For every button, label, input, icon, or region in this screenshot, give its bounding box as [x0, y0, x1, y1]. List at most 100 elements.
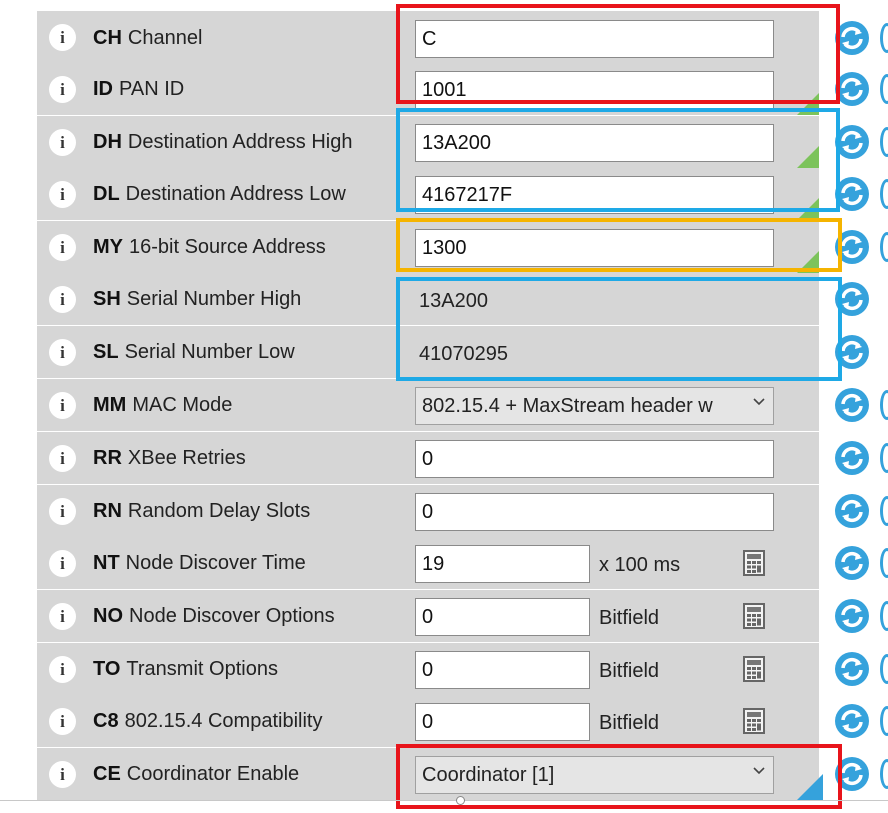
mm-mac-mode-select[interactable]: 802.15.4 + MaxStream header w	[415, 387, 774, 425]
to-transmit-options-calculator-button[interactable]	[743, 656, 765, 687]
setting-name: Node Discover Options	[129, 605, 335, 627]
refresh-icon	[835, 72, 869, 106]
to-transmit-options-input[interactable]: 0	[415, 651, 590, 689]
rn-random-delay-slots-input[interactable]: 0	[415, 493, 774, 531]
c8-802-15-4-compatibility-label: C8 802.15.4 Compatibility	[93, 710, 322, 733]
nt-node-discover-time-calculator-button[interactable]	[743, 550, 765, 581]
ce-coordinator-enable-write-button[interactable]	[880, 759, 888, 789]
setting-row-rn: i RN Random Delay Slots 0	[37, 485, 819, 537]
setting-row-nt: i NT Node Discover Time 19 x 100 ms	[37, 537, 819, 589]
info-icon[interactable]: i	[49, 603, 76, 630]
no-node-discover-options-calculator-button[interactable]	[743, 603, 765, 634]
c8-802-15-4-compatibility-read-button[interactable]	[834, 703, 870, 744]
info-icon[interactable]: i	[49, 498, 76, 525]
c8-802-15-4-compatibility-calculator-button[interactable]	[743, 708, 765, 739]
refresh-icon	[835, 494, 869, 528]
no-node-discover-options-write-button[interactable]	[880, 601, 888, 631]
calculator-icon	[743, 708, 765, 734]
info-icon[interactable]: i	[49, 181, 76, 208]
info-icon[interactable]: i	[49, 234, 76, 261]
refresh-icon	[835, 757, 869, 791]
no-node-discover-options-read-button[interactable]	[834, 598, 870, 639]
setting-name: 802.15.4 Compatibility	[124, 710, 323, 732]
rr-xbee-retries-read-button[interactable]	[834, 440, 870, 481]
setting-code: SH	[93, 288, 121, 310]
c8-802-15-4-compatibility-write-button[interactable]	[880, 706, 888, 736]
refresh-icon	[835, 230, 869, 264]
setting-name: MAC Mode	[132, 394, 233, 416]
id-pan-id-write-button[interactable]	[880, 74, 888, 104]
mm-mac-mode-selected-value: 802.15.4 + MaxStream header w	[422, 395, 713, 417]
dl-destination-address-low-read-button[interactable]	[834, 176, 870, 217]
refresh-icon	[835, 441, 869, 475]
window-bottom-edge	[0, 800, 888, 801]
ch-channel-input[interactable]: C	[415, 20, 774, 58]
rn-random-delay-slots-write-button[interactable]	[880, 496, 888, 526]
sh-serial-number-high-read-button[interactable]	[834, 281, 870, 322]
setting-code: MM	[93, 394, 127, 416]
id-pan-id-label: ID PAN ID	[93, 78, 184, 101]
info-icon[interactable]: i	[49, 129, 76, 156]
mm-mac-mode-write-button[interactable]	[880, 390, 888, 420]
to-transmit-options-read-button[interactable]	[834, 651, 870, 692]
setting-code: ID	[93, 78, 113, 100]
c8-802-15-4-compatibility-unit: Bitfield	[599, 712, 660, 734]
info-icon[interactable]: i	[49, 445, 76, 472]
my-16-bit-source-address-label: MY 16-bit Source Address	[93, 236, 326, 259]
rn-random-delay-slots-read-button[interactable]	[834, 493, 870, 534]
info-icon[interactable]: i	[49, 24, 76, 51]
dh-destination-address-high-read-button[interactable]	[834, 124, 870, 165]
info-icon[interactable]: i	[49, 550, 76, 577]
info-icon[interactable]: i	[49, 76, 76, 103]
dl-destination-address-low-input[interactable]: 4167217F	[415, 176, 774, 214]
ce-coordinator-enable-read-button[interactable]	[834, 756, 870, 797]
setting-row-sh: i SH Serial Number High 13A200	[37, 273, 819, 325]
mm-mac-mode-read-button[interactable]	[834, 387, 870, 428]
ce-coordinator-enable-select[interactable]: Coordinator [1]	[415, 756, 774, 794]
id-pan-id-input[interactable]: 1001	[415, 71, 774, 109]
info-icon[interactable]: i	[49, 656, 76, 683]
dl-destination-address-low-write-button[interactable]	[880, 179, 888, 209]
refresh-icon	[835, 282, 869, 316]
setting-row-ch: i CH Channel C	[37, 11, 819, 64]
dh-destination-address-high-write-button[interactable]	[880, 127, 888, 157]
setting-name: Transmit Options	[126, 658, 278, 680]
setting-row-ce: i CE Coordinator Enable Coordinator [1]	[37, 748, 823, 800]
sl-serial-number-low-value: 41070295	[419, 343, 508, 365]
nt-node-discover-time-input[interactable]: 19	[415, 545, 590, 583]
setting-row-no: i NO Node Discover Options 0 Bitfield	[37, 590, 819, 642]
refresh-icon	[835, 652, 869, 686]
setting-name: PAN ID	[119, 78, 185, 100]
info-icon[interactable]: i	[49, 392, 76, 419]
info-icon[interactable]: i	[49, 761, 76, 788]
my-16-bit-source-address-read-button[interactable]	[834, 229, 870, 270]
setting-code: C8	[93, 710, 119, 732]
nt-node-discover-time-read-button[interactable]	[834, 545, 870, 586]
c8-802-15-4-compatibility-input[interactable]: 0	[415, 703, 590, 741]
id-pan-id-read-button[interactable]	[834, 71, 870, 112]
ch-channel-write-button[interactable]	[880, 23, 888, 53]
ch-channel-read-button[interactable]	[834, 20, 870, 61]
rr-xbee-retries-input[interactable]: 0	[415, 440, 774, 478]
setting-code: RR	[93, 447, 122, 469]
refresh-icon	[835, 21, 869, 55]
refresh-icon	[835, 335, 869, 369]
rr-xbee-retries-write-button[interactable]	[880, 443, 888, 473]
info-icon[interactable]: i	[49, 339, 76, 366]
to-transmit-options-write-button[interactable]	[880, 654, 888, 684]
setting-code: NT	[93, 552, 120, 574]
sl-serial-number-low-read-button[interactable]	[834, 334, 870, 375]
sh-serial-number-high-label: SH Serial Number High	[93, 288, 301, 311]
setting-name: Coordinator Enable	[126, 763, 300, 785]
info-icon[interactable]: i	[49, 286, 76, 313]
dh-destination-address-high-input[interactable]: 13A200	[415, 124, 774, 162]
no-node-discover-options-input[interactable]: 0	[415, 598, 590, 636]
setting-code: CH	[93, 27, 122, 49]
resize-handle[interactable]	[456, 796, 465, 805]
my-16-bit-source-address-input[interactable]: 1300	[415, 229, 774, 267]
ce-coordinator-enable-label: CE Coordinator Enable	[93, 763, 299, 786]
info-icon[interactable]: i	[49, 708, 76, 735]
my-16-bit-source-address-write-button[interactable]	[880, 232, 888, 262]
mm-mac-mode-label: MM MAC Mode	[93, 394, 232, 417]
nt-node-discover-time-write-button[interactable]	[880, 548, 888, 578]
